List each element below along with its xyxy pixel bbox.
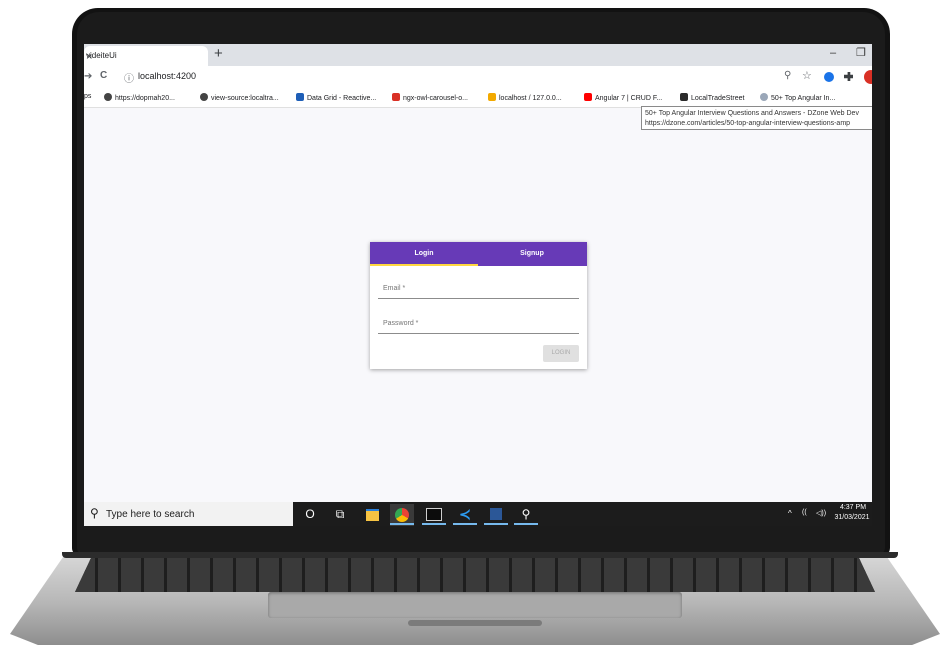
laptop-hinge: [62, 552, 898, 558]
maximize-icon[interactable]: ❐: [856, 46, 866, 59]
angular-icon: [680, 93, 688, 101]
password-label: Password *: [383, 320, 419, 327]
task-view-icon[interactable]: ⧉: [332, 506, 348, 522]
globe-icon: [104, 93, 112, 101]
file-explorer-icon[interactable]: [364, 506, 380, 522]
browser-tab-strip: videiteUi × + – ❐: [84, 44, 872, 66]
login-card: Login Signup Email * Password * LOGIN: [370, 242, 587, 369]
wifi-icon[interactable]: ((: [802, 509, 807, 516]
volume-icon[interactable]: ◁)): [816, 509, 826, 517]
vscode-active-indicator: [453, 523, 477, 525]
clock-time[interactable]: 4:37 PM: [836, 504, 870, 511]
tooltip-url: https://dzone.com/articles/50-top-angula…: [645, 120, 851, 127]
taskbar-search-box[interactable]: ⚲ Type here to search: [84, 502, 293, 526]
password-field[interactable]: Password *: [378, 317, 579, 334]
profile-avatar-icon[interactable]: [864, 70, 872, 84]
dzone-icon: [760, 93, 768, 101]
bookmark-dopmah[interactable]: https://dopmah20...: [104, 93, 175, 102]
bookmark-localhost-pma[interactable]: localhost / 127.0.0...: [488, 93, 562, 102]
terminal-icon[interactable]: [426, 506, 442, 522]
active-tab-ink-bar: [370, 264, 478, 266]
auth-tabs: Login Signup: [370, 242, 587, 266]
square-icon: [392, 93, 400, 101]
globe-icon: [200, 93, 208, 101]
bookmark-dzone-angular[interactable]: 50+ Top Angular In...: [760, 93, 835, 102]
browser-tab[interactable]: videiteUi ×: [84, 46, 208, 66]
laptop-keyboard: [75, 558, 875, 592]
bookmark-angular-crud[interactable]: Angular 7 | CRUD F...: [584, 93, 662, 102]
close-tab-icon[interactable]: ×: [86, 51, 202, 63]
youtube-icon: [584, 93, 592, 101]
back-icon[interactable]: ➔: [84, 71, 92, 82]
extensions-puzzle-icon[interactable]: [844, 72, 853, 81]
word-active-indicator: [484, 523, 508, 525]
bookmark-tooltip: 50+ Top Angular Interview Questions and …: [641, 106, 872, 130]
search-placeholder: Type here to search: [106, 509, 195, 520]
grid-icon: [296, 93, 304, 101]
zoom-icon[interactable]: ⚲: [784, 70, 791, 81]
bookmark-apps[interactable]: ps: [84, 93, 91, 100]
laptop-screen: videiteUi × + – ❐ ➔ C ⓘ localhost:4200 ⚲…: [84, 44, 872, 526]
search-icon: ⚲: [90, 506, 99, 520]
clock-date[interactable]: 31/03/2021: [832, 514, 872, 521]
laptop-trackpad: [268, 592, 682, 618]
chrome-active-indicator: [390, 523, 414, 525]
magnifier-app-icon[interactable]: ⚲: [518, 506, 534, 522]
bookmark-localtradestreet[interactable]: LocalTradeStreet: [680, 93, 744, 102]
extension-check-icon[interactable]: [824, 72, 834, 82]
word-icon[interactable]: [488, 506, 504, 522]
cortana-icon[interactable]: O: [302, 506, 318, 522]
login-button[interactable]: LOGIN: [543, 345, 579, 362]
bookmark-data-grid[interactable]: Data Grid - Reactive...: [296, 93, 376, 102]
bookmark-owl-carousel[interactable]: ngx-owl-carousel-o...: [392, 93, 468, 102]
tray-chevron-icon[interactable]: ^: [788, 509, 792, 518]
site-info-icon[interactable]: ⓘ: [124, 70, 134, 85]
email-field[interactable]: Email *: [378, 282, 579, 299]
windows-taskbar: ⚲ Type here to search O ⧉ ≺ ⚲ ^ (( ◁)) 4…: [84, 502, 872, 526]
tab-signup[interactable]: Signup: [478, 242, 586, 266]
pma-icon: [488, 93, 496, 101]
laptop-notch: [408, 620, 542, 626]
magnifier-active-indicator: [514, 523, 538, 525]
terminal-active-indicator: [422, 523, 446, 525]
address-bar-row: ➔ C ⓘ localhost:4200 ⚲ ☆: [84, 66, 872, 89]
minimize-icon[interactable]: –: [830, 47, 836, 59]
url-field[interactable]: localhost:4200: [138, 71, 196, 81]
email-label: Email *: [383, 285, 406, 292]
reload-icon[interactable]: C: [100, 70, 107, 81]
vscode-icon[interactable]: ≺: [457, 506, 473, 522]
tooltip-title: 50+ Top Angular Interview Questions and …: [645, 110, 859, 117]
tab-login[interactable]: Login: [370, 242, 478, 266]
bookmark-star-icon[interactable]: ☆: [802, 69, 812, 82]
new-tab-icon[interactable]: +: [214, 45, 223, 62]
bookmark-view-source[interactable]: view-source:localtra...: [200, 93, 279, 102]
